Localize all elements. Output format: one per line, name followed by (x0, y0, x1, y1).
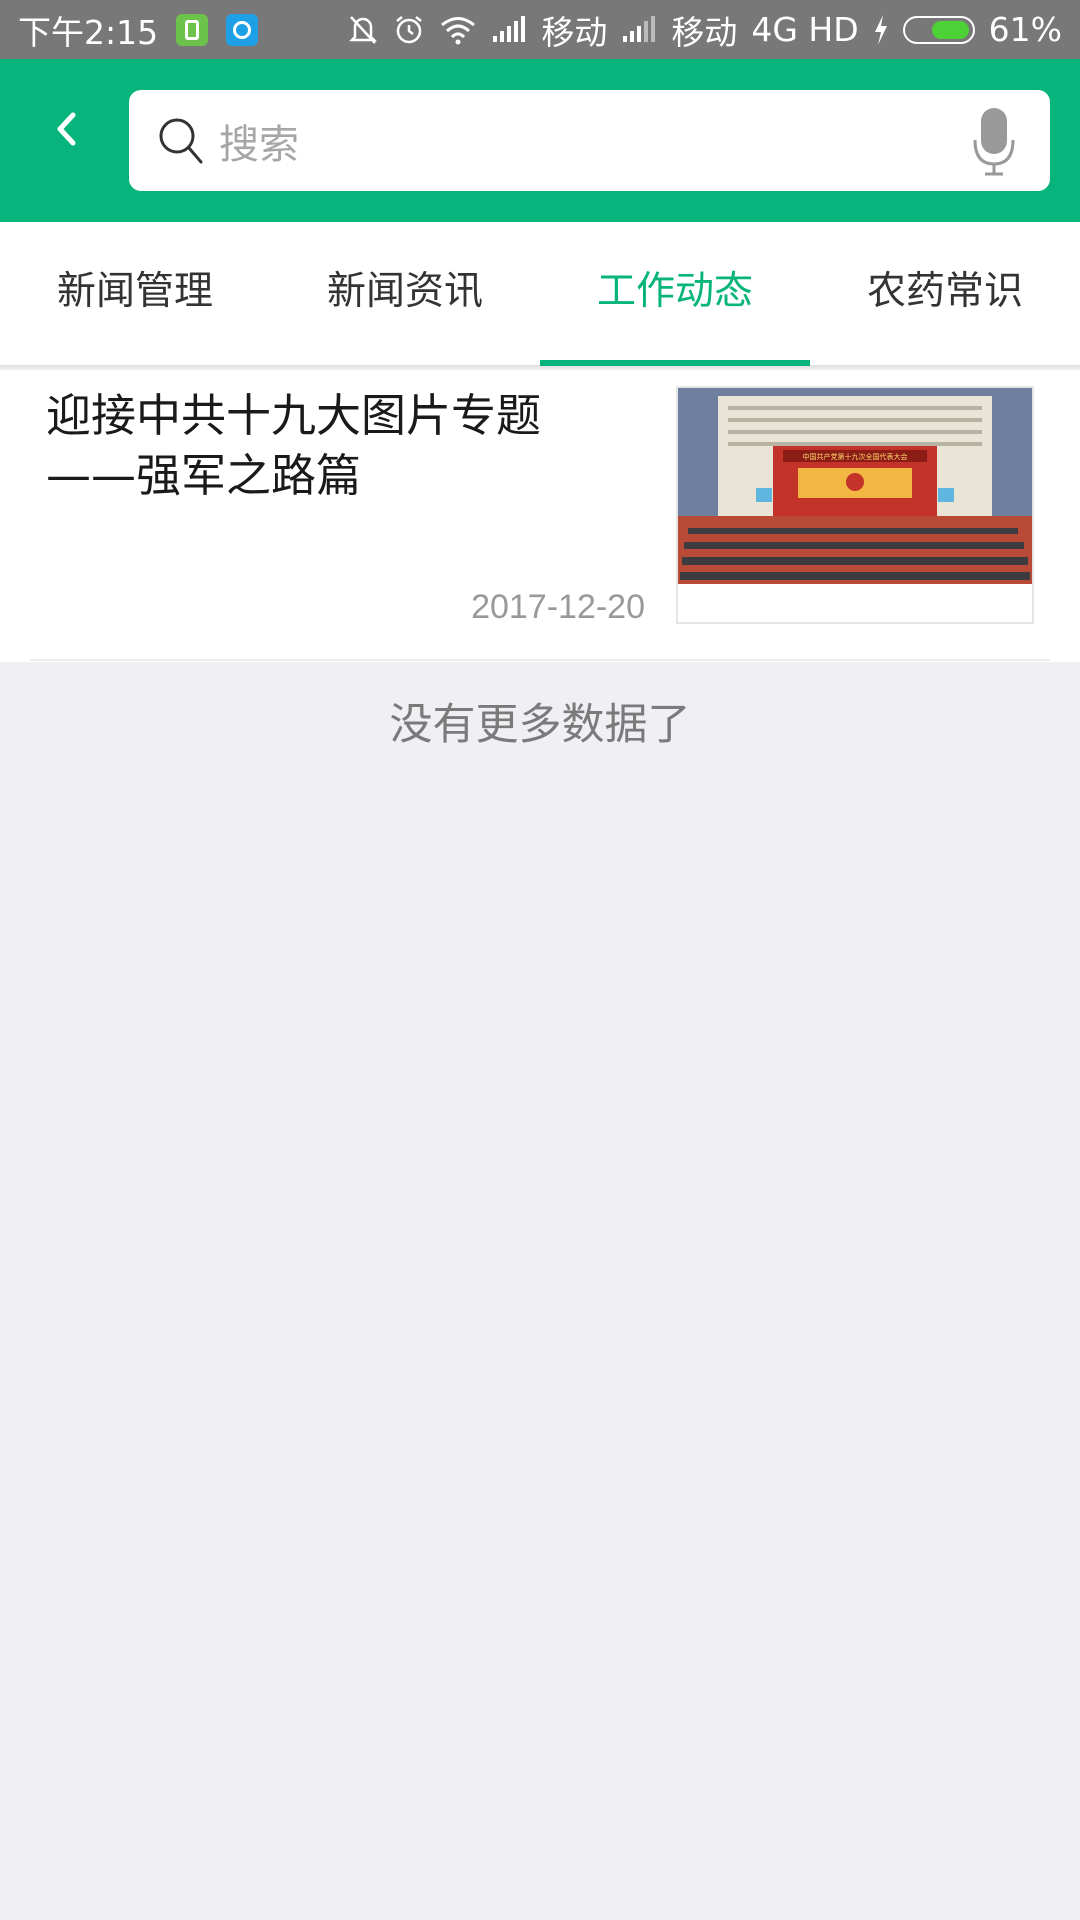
tab-bar: 新闻管理 新闻资讯 工作动态 农药常识 (0, 222, 1080, 366)
search-input[interactable]: 搜索 (129, 90, 1050, 191)
tab-news-management[interactable]: 新闻管理 (0, 222, 270, 366)
thumbnail-banner-text: 中国共产党第十九次全国代表大会 (803, 452, 908, 461)
chevron-left-icon (57, 112, 76, 146)
carrier-1: 移动 (541, 12, 608, 52)
header: 搜索 (0, 59, 1080, 222)
tab-pesticide-knowledge[interactable]: 农药常识 (810, 222, 1080, 366)
charging-icon (873, 14, 889, 45)
news-thumbnail: 中国共产党第十九次全国代表大会 (676, 386, 1034, 624)
search-icon (159, 118, 203, 164)
tab-news-info[interactable]: 新闻资讯 (270, 222, 540, 366)
list-divider (30, 659, 1050, 661)
list-item[interactable]: 迎接中共十九大图片专题——强军之路篇 2017-12-20 中国共产党第十九次全… (0, 370, 1080, 662)
status-bar: 下午2:15 移动 移动 4G HD 61% (0, 0, 1080, 59)
active-tab-indicator (540, 360, 810, 366)
alarm-icon (393, 13, 425, 47)
battery-level (931, 20, 969, 39)
signal-icon (621, 15, 657, 44)
news-title: 迎接中共十九大图片专题——强军之路篇 (46, 389, 542, 502)
status-time: 下午2:15 (18, 12, 159, 52)
microphone-icon[interactable] (972, 106, 1016, 178)
camera-app-icon (226, 13, 259, 46)
battery-percent: 61% (988, 10, 1062, 49)
mute-bell-icon (347, 13, 379, 47)
signal-icon (491, 15, 527, 44)
tab-work-updates[interactable]: 工作动态 (540, 222, 810, 366)
wifi-icon (439, 15, 477, 45)
network-type: 4G HD (751, 10, 859, 49)
carrier-2: 移动 (671, 12, 738, 52)
news-date: 2017-12-20 (471, 588, 645, 626)
no-more-data-text: 没有更多数据了 (389, 700, 691, 750)
battery-icon (902, 15, 975, 44)
battery-app-icon (176, 13, 209, 46)
back-button[interactable] (36, 99, 96, 159)
search-placeholder: 搜索 (219, 121, 299, 168)
